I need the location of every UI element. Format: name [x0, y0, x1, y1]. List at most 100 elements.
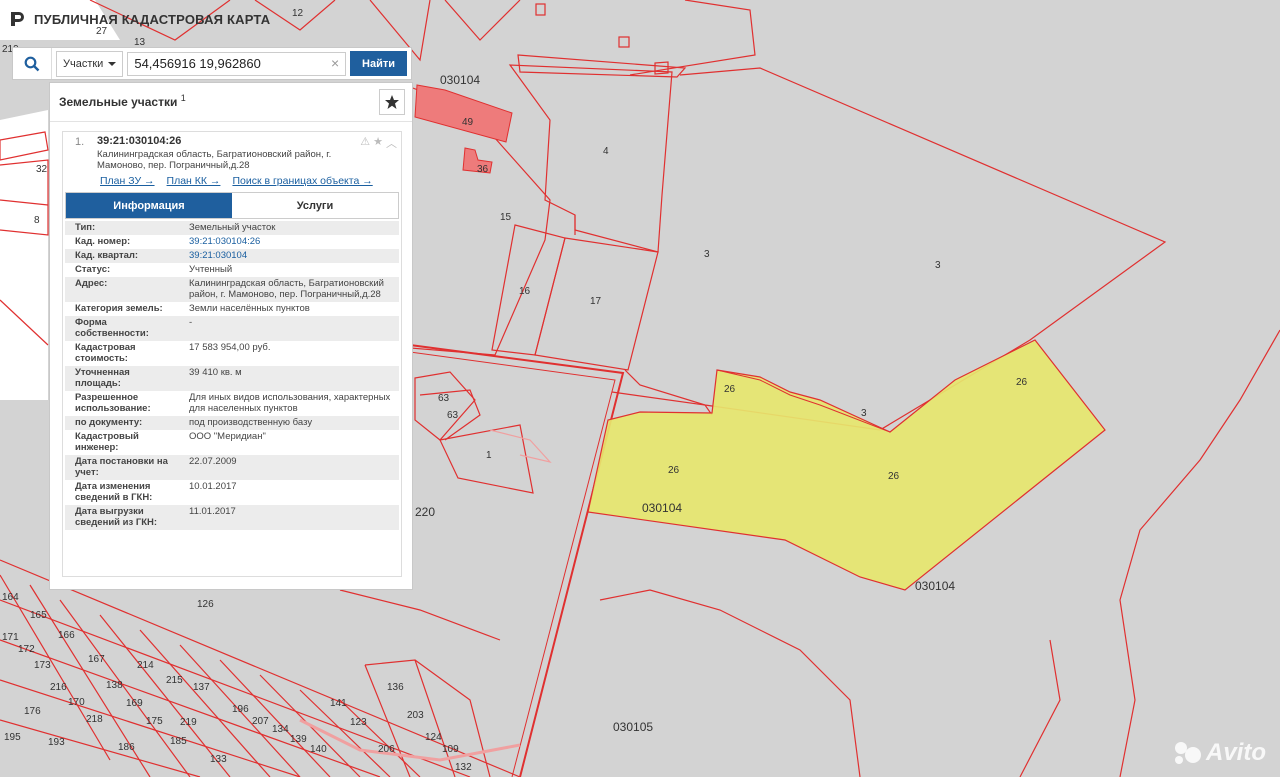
- rosreestr-logo-icon: [11, 12, 24, 26]
- result-tabs: Информация Услуги: [65, 192, 399, 219]
- parcel-label: 173: [34, 660, 51, 671]
- parcel-label: 172: [18, 644, 35, 655]
- parcel-label: 126: [197, 599, 214, 610]
- plan-zu-link[interactable]: План ЗУ →: [100, 175, 155, 187]
- table-row: Кад. квартал: 39:21:030104: [65, 249, 399, 263]
- warning-icon[interactable]: ⚠: [360, 135, 370, 151]
- table-row: Кадастровый инженер: ООО "Меридиан": [65, 430, 399, 455]
- parcel-label: 139: [290, 734, 307, 745]
- parcel-label: 134: [272, 724, 289, 735]
- row-key: Форма собственности:: [65, 316, 179, 341]
- cadastral-quarter-link[interactable]: 39:21:030104: [189, 250, 247, 261]
- result-cadastral-number[interactable]: 39:21:030104:26: [97, 135, 181, 147]
- row-value: 11.01.2017: [179, 505, 399, 530]
- parcel-label: 4: [603, 146, 609, 157]
- parcel-label: 3: [704, 249, 710, 260]
- row-key: Уточненная площадь:: [65, 366, 179, 391]
- table-row: Адрес: Калининградская область, Багратион…: [65, 277, 399, 302]
- result-links: План ЗУ → План КК → Поиск в границах объ…: [100, 175, 373, 187]
- row-key: Категория земель:: [65, 302, 179, 316]
- search-type-label: Участки: [63, 57, 104, 70]
- info-table: Тип: Земельный участок Кад. номер: 39:21:0…: [65, 221, 399, 530]
- parcel-label: 186: [118, 742, 135, 753]
- search-type-select[interactable]: Участки: [56, 50, 124, 77]
- panel-header: Земельные участки 1: [50, 83, 412, 122]
- quarter-label: 220: [415, 505, 435, 519]
- parcel-label: 15: [500, 212, 512, 223]
- parcel-label: 132: [455, 762, 472, 773]
- table-row: Уточненная площадь: 39 410 кв. м: [65, 366, 399, 391]
- row-key: Кадастровая стоимость:: [65, 341, 179, 366]
- cadastral-number-link[interactable]: 39:21:030104:26: [189, 236, 260, 247]
- star-icon[interactable]: ★: [373, 135, 383, 151]
- tab-information[interactable]: Информация: [66, 193, 232, 218]
- find-button[interactable]: Найти: [350, 51, 407, 76]
- row-value: под производственную базу: [179, 416, 399, 430]
- parcel-label: 167: [88, 654, 105, 665]
- parcel-label: 63: [438, 393, 450, 404]
- table-row: Разрешенное использование: Для иных видов…: [65, 391, 399, 416]
- table-row: Дата изменения сведений в ГКН: 10.01.2017: [65, 480, 399, 505]
- parcel-label: 140: [310, 744, 327, 755]
- parcel-label: 193: [48, 737, 65, 748]
- parcel-label: 206: [378, 744, 395, 755]
- search-input[interactable]: [127, 51, 347, 76]
- chevron-up-icon[interactable]: ︿: [386, 135, 397, 151]
- star-icon: [385, 95, 399, 109]
- results-panel: Земельные участки 1 1. 39:21:030104:26 К…: [49, 82, 413, 590]
- parcel-label: 16: [519, 286, 531, 297]
- parcel-label: 216: [50, 682, 67, 693]
- favorites-button[interactable]: [379, 89, 405, 115]
- table-row: по документу: под производственную базу: [65, 416, 399, 430]
- watermark-text: Avito: [1206, 739, 1266, 766]
- quarter-label: 030104: [440, 73, 480, 87]
- parcel-label: 138: [106, 680, 123, 691]
- parcel-label: 203: [407, 710, 424, 721]
- row-value: Для иных видов использования, характерны…: [179, 391, 399, 416]
- panel-title: Земельные участки 1: [59, 93, 186, 109]
- row-value: ООО "Меридиан": [179, 430, 399, 455]
- clear-icon[interactable]: ×: [331, 55, 339, 71]
- parcel-label: 164: [2, 592, 19, 603]
- quarter-label: 030104: [642, 501, 682, 515]
- search-icon[interactable]: [13, 48, 52, 79]
- row-value: Учтенный: [179, 263, 399, 277]
- chevron-down-icon: [108, 61, 117, 66]
- plan-kk-link[interactable]: План КК →: [167, 175, 221, 187]
- parcel-label: 166: [58, 630, 75, 641]
- search-in-bounds-link[interactable]: Поиск в границах объекта →: [232, 175, 372, 187]
- row-key: Статус:: [65, 263, 179, 277]
- row-value: 10.01.2017: [179, 480, 399, 505]
- parcel-label: 219: [180, 717, 197, 728]
- app-header: ПУБЛИЧНАЯ КАДАСТРОВАЯ КАРТА: [8, 10, 270, 28]
- row-key: Дата изменения сведений в ГКН:: [65, 480, 179, 505]
- row-key: Дата постановки на учет:: [65, 455, 179, 480]
- parcel-label: 175: [146, 716, 163, 727]
- parcel-label: 165: [30, 610, 47, 621]
- row-value: Земли населённых пунктов: [179, 302, 399, 316]
- app-title: ПУБЛИЧНАЯ КАДАСТРОВАЯ КАРТА: [34, 11, 271, 27]
- avito-logo-icon: [1175, 742, 1201, 764]
- parcel-label: 26: [1016, 377, 1028, 388]
- table-row: Дата выгрузки сведений из ГКН: 11.01.2017: [65, 505, 399, 530]
- parcel-label: 214: [137, 660, 154, 671]
- row-value: Калининградская область, Багратионовский…: [179, 277, 399, 302]
- row-key: Кад. квартал:: [65, 249, 179, 263]
- parcel-label: 195: [4, 732, 21, 743]
- row-value: 22.07.2009: [179, 455, 399, 480]
- quarter-label: 030105: [613, 720, 653, 734]
- parcel-label: 196: [232, 704, 249, 715]
- parcel-label: 36: [477, 164, 489, 175]
- parcel-label: 109: [442, 744, 459, 755]
- avito-watermark: Avito: [1172, 739, 1266, 767]
- parcel-label: 133: [210, 754, 227, 765]
- table-row: Форма собственности: -: [65, 316, 399, 341]
- quarter-label: 030104: [915, 579, 955, 593]
- parcel-label: 124: [425, 732, 442, 743]
- row-key: Тип:: [65, 221, 179, 235]
- parcel-label: 12: [292, 8, 304, 19]
- row-key: Кадастровый инженер:: [65, 430, 179, 455]
- parcel-label: 26: [888, 471, 900, 482]
- parcel-label: 3: [861, 408, 867, 419]
- tab-services[interactable]: Услуги: [232, 193, 398, 218]
